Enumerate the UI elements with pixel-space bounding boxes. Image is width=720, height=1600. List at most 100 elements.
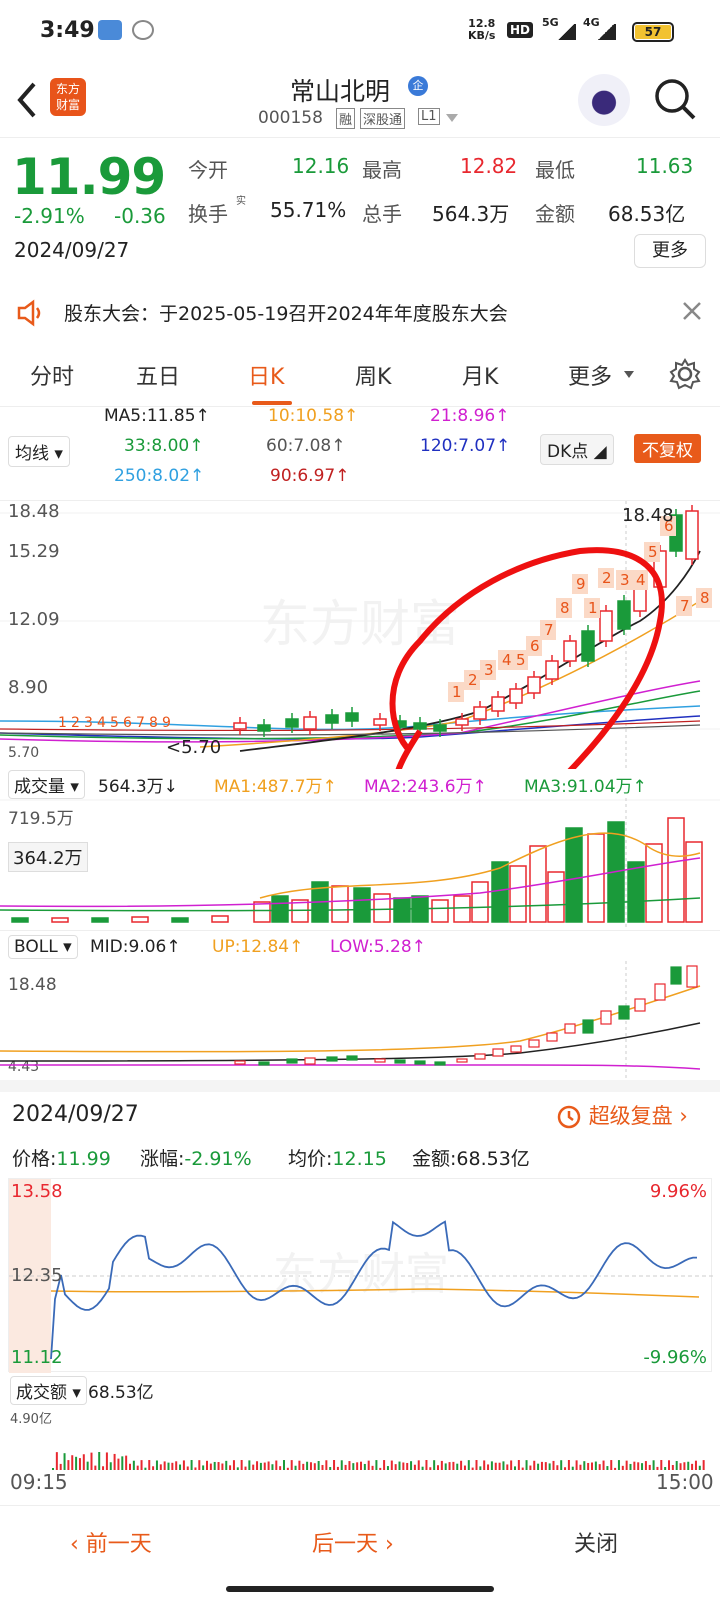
boll-candle (234, 1060, 246, 1065)
detail-date: 2024/09/27 (12, 1102, 139, 1127)
amount-bar (410, 1461, 413, 1470)
amount-bar (159, 1464, 162, 1470)
amount-bar (644, 1461, 647, 1470)
boll-mid-line (0, 1022, 701, 1062)
boll-candle (618, 1005, 630, 1020)
amount-bar (352, 1463, 355, 1470)
boll-panel[interactable]: BOLL ▾ MID:9.06↑ UP:12.84↑ LOW:5.28↑ 18.… (0, 930, 720, 1081)
caret-down-icon[interactable] (446, 114, 458, 122)
ma90-value: 90:6.97↑ (270, 466, 350, 486)
adjust-mode-button[interactable]: 不复权 (634, 434, 701, 463)
next-day-button[interactable]: 后一天 › (312, 1526, 394, 1558)
settings-button[interactable] (668, 357, 702, 395)
amount-bar (336, 1466, 339, 1470)
search-button[interactable] (652, 76, 702, 130)
more-button[interactable]: 更多 (634, 234, 706, 268)
home-indicator (226, 1586, 494, 1592)
boll-candle (582, 1019, 594, 1034)
amount-bar (571, 1466, 574, 1470)
volume-bar (627, 861, 645, 923)
volume-bar (271, 895, 289, 923)
volume-label: 总手 (362, 202, 402, 226)
amount-bar (259, 1462, 262, 1470)
intraday-chart[interactable]: 东方财富 13.58 12.35 11.12 9.96% -9.96% (8, 1178, 713, 1373)
amount-switch[interactable]: 成交额 ▾ (10, 1376, 87, 1405)
tab-more[interactable]: 更多 (568, 359, 612, 391)
amount-bar (132, 1460, 135, 1470)
amount-bar (163, 1461, 166, 1470)
amount-bar (225, 1460, 228, 1470)
signal-bars-icon (556, 24, 576, 40)
close-notice-button[interactable] (680, 299, 704, 327)
amount-bar (594, 1461, 597, 1470)
ma-legend: MA5:11.85↑ 10:10.58↑ 21:8.96↑ 均线 ▾ 33:8.… (0, 406, 720, 500)
volume-value: 564.3万 (432, 202, 510, 226)
amount-bar (510, 1460, 513, 1470)
amount-bar (556, 1465, 559, 1470)
tab-daily-k[interactable]: 日K (248, 359, 284, 391)
boll-low: LOW:5.28↑ (330, 937, 426, 957)
dk-point-switch[interactable]: DK点 ◢ (540, 434, 614, 465)
volume-switch[interactable]: 成交量 ▾ (8, 770, 85, 799)
clock: 3:49 (40, 18, 95, 43)
day-detail: 2024/09/27 超级复盘 › 价格:11.99 涨幅:-2.91% 均价:… (0, 1092, 720, 1505)
seq-label-right: 8 (700, 589, 710, 607)
amount-bar (463, 1465, 466, 1470)
boll-switch[interactable]: BOLL ▾ (8, 935, 78, 959)
quote-date: 2024/09/27 (14, 238, 130, 262)
tab-monthly-k[interactable]: 月K (462, 359, 498, 391)
amount-bar (94, 1465, 97, 1470)
boll-candle (346, 1055, 358, 1061)
stock-header: 东方 财富 常山北明 企 000158 融 深股通 L1 (0, 64, 720, 138)
amount-bar (525, 1460, 528, 1470)
tab-five-day[interactable]: 五日 (136, 359, 180, 391)
y-axis-bottom: 5.70 (8, 745, 40, 761)
amount-bar (290, 1460, 293, 1470)
back-button[interactable] (12, 80, 42, 120)
amount-bar (129, 1463, 131, 1470)
volume-bar (509, 865, 527, 923)
amount-bar (587, 1462, 590, 1470)
enterprise-badge: 企 (408, 76, 428, 96)
eastmoney-logo[interactable]: 东方 财富 (50, 78, 86, 116)
ma-switch[interactable]: 均线 ▾ (8, 436, 70, 467)
amount-bar (344, 1464, 347, 1470)
amount-bar (356, 1462, 359, 1470)
notice-bar[interactable]: 股东大会：于2025-05-19召开2024年年度股东大会 (0, 285, 720, 341)
amount-bar (514, 1466, 516, 1470)
open-label: 今开 (188, 158, 228, 182)
amount-bar (429, 1467, 432, 1470)
super-replay-button[interactable]: 超级复盘 › (556, 1100, 688, 1130)
candle-body (563, 640, 577, 662)
candle-body (491, 696, 505, 712)
tag-level: L1 (418, 108, 440, 125)
tab-weekly-k[interactable]: 周K (355, 359, 391, 391)
kline-chart[interactable]: 东方财富 123456789 12345678912345678 18.48 1… (0, 500, 720, 826)
amount-bar (660, 1460, 663, 1470)
amount-bar (610, 1460, 613, 1470)
amount-bar (448, 1462, 451, 1470)
volume-panel[interactable]: 成交量 ▾ 564.3万↓ MA1:487.7万↑ MA2:243.6万↑ MA… (0, 768, 720, 928)
amount-bar (321, 1465, 324, 1470)
amount-bar (167, 1462, 170, 1470)
amount-bar (186, 1466, 189, 1470)
last-price: 11.99 (12, 148, 166, 206)
boll-candle (528, 1039, 540, 1048)
amount-bar (171, 1462, 174, 1470)
amount-bar (602, 1460, 605, 1470)
amount-bar (456, 1463, 459, 1470)
seq-label-left: 9 (162, 715, 171, 731)
speaker-icon (17, 299, 41, 327)
seq-label-left: 4 (97, 715, 106, 731)
close-button[interactable]: 关闭 (574, 1526, 618, 1558)
assistant-robot-icon[interactable] (578, 74, 630, 126)
amount-bar (402, 1462, 405, 1470)
amount-bar (294, 1465, 297, 1470)
volume-bar (431, 899, 449, 923)
tab-intraday[interactable]: 分时 (30, 359, 74, 391)
amount-bar (437, 1465, 439, 1470)
ma10-value: 10:10.58↑ (268, 406, 359, 426)
volume-bar (51, 917, 69, 923)
prev-day-button[interactable]: ‹ 前一天 (70, 1526, 152, 1558)
amount-bar (694, 1460, 697, 1470)
